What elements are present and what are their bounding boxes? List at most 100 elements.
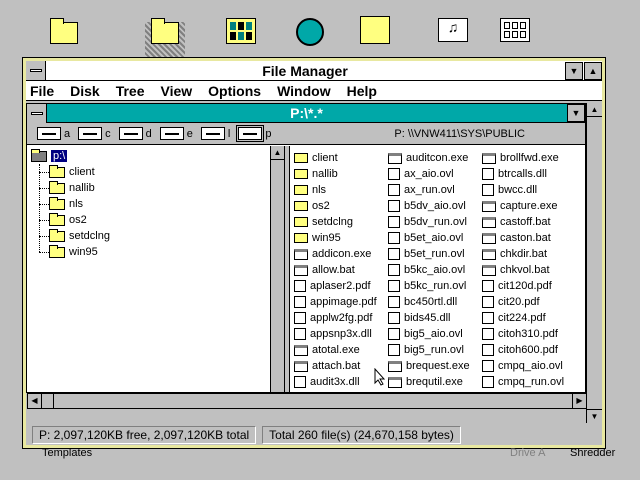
scroll-thumb[interactable]: [42, 394, 54, 408]
file-list-pane[interactable]: client nallib nls os2 setdclng win95 addicon.e…: [290, 146, 585, 392]
program-file-icon: [482, 200, 496, 212]
tree-pane[interactable]: p:\ client nallib nls os2 setdclng win95…: [27, 146, 285, 392]
file-list-item[interactable]: allow.bat: [294, 262, 388, 278]
volume-icon: ♫: [438, 18, 468, 42]
tree-folder-setdclng[interactable]: setdclng: [49, 228, 110, 242]
file-list-item[interactable]: big5_run.ovl: [388, 342, 482, 358]
file-list-item[interactable]: cit20.pdf: [482, 294, 576, 310]
file-list-item[interactable]: bwcc.dll: [482, 182, 576, 198]
menu-bar: File Disk Tree View Options Window Help: [26, 81, 602, 101]
drive-a[interactable]: a: [37, 127, 70, 140]
tree-scrollbar[interactable]: ▲: [270, 146, 284, 392]
file-list-item[interactable]: nls: [294, 182, 388, 198]
desktop-label-drive-a[interactable]: Drive A: [510, 447, 545, 459]
tree-folder-win95[interactable]: win95: [49, 244, 98, 258]
file-list-item[interactable]: ax_run.ovl: [388, 182, 482, 198]
drive-e[interactable]: e: [159, 127, 193, 140]
file-name: audit3x.dll: [310, 376, 360, 388]
menu-view[interactable]: View: [161, 83, 193, 99]
desktop-icon-startup[interactable]: [296, 18, 324, 46]
file-list-item[interactable]: caston.bat: [482, 230, 576, 246]
window-vertical-scrollbar[interactable]: ▲ ▼: [586, 103, 602, 423]
file-list-item[interactable]: btrcalls.dll: [482, 166, 576, 182]
file-list-item[interactable]: setdclng: [294, 214, 388, 230]
menu-tree[interactable]: Tree: [116, 83, 145, 99]
desktop-icon-multimedia[interactable]: [360, 16, 390, 44]
maximize-button[interactable]: ▲: [584, 61, 602, 80]
drive-l[interactable]: l: [200, 127, 230, 140]
system-menu-icon[interactable]: [26, 61, 46, 80]
menu-file[interactable]: File: [30, 83, 54, 99]
file-list-item[interactable]: appsnp3x.dll: [294, 326, 388, 342]
desktop-label-shredder[interactable]: Shredder: [570, 447, 615, 459]
file-name: btrcalls.dll: [498, 168, 547, 180]
file-list-item[interactable]: b5kc_run.ovl: [388, 278, 482, 294]
desktop-icon-write[interactable]: [28, 16, 88, 44]
file-list-item[interactable]: aplaser2.pdf: [294, 278, 388, 294]
file-list-item[interactable]: appimage.pdf: [294, 294, 388, 310]
file-list-item[interactable]: citoh600.pdf: [482, 342, 576, 358]
menu-help[interactable]: Help: [347, 83, 377, 99]
file-list-item[interactable]: cmpq_run.ovl: [482, 374, 576, 390]
file-list-item[interactable]: auditcon.exe: [388, 150, 482, 166]
file-list-item[interactable]: b5dv_aio.ovl: [388, 198, 482, 214]
drive-d[interactable]: d: [118, 127, 152, 140]
file-list-item[interactable]: ax_aio.ovl: [388, 166, 482, 182]
scroll-right-icon[interactable]: ▶: [572, 394, 586, 408]
file-list-item[interactable]: cit120d.pdf: [482, 278, 576, 294]
file-list-item[interactable]: big5_aio.ovl: [388, 326, 482, 342]
network-drive-icon: [159, 127, 184, 140]
desktop-icon-network[interactable]: [226, 18, 256, 44]
tree-folder-nallib[interactable]: nallib: [49, 180, 95, 194]
file-list-item[interactable]: b5kc_aio.ovl: [388, 262, 482, 278]
file-list-item[interactable]: applw2fg.pdf: [294, 310, 388, 326]
file-list-item[interactable]: brollfwd.exe: [482, 150, 576, 166]
directory-title-bar[interactable]: P:\*.* ▼: [27, 103, 585, 123]
tree-root[interactable]: p:\: [31, 148, 68, 162]
file-list-item[interactable]: bids45.dll: [388, 310, 482, 326]
desktop-icon-volume[interactable]: ♫: [438, 18, 468, 42]
file-list-item[interactable]: bc450rtl.dll: [388, 294, 482, 310]
file-list-item[interactable]: win95: [294, 230, 388, 246]
file-list-item[interactable]: b5et_aio.ovl: [388, 230, 482, 246]
minimize-button[interactable]: ▼: [565, 61, 583, 80]
menu-window[interactable]: Window: [277, 83, 331, 99]
file-list-item[interactable]: citoh310.pdf: [482, 326, 576, 342]
tree-folder-client[interactable]: client: [49, 164, 95, 178]
document-icon: [388, 232, 400, 244]
directory-window: P:\*.* ▼ a c d e l p P: \\VNW411\SYS\PUB…: [26, 103, 587, 409]
child-maximize-button[interactable]: ▼: [567, 104, 585, 122]
file-list-item[interactable]: castoff.bat: [482, 214, 576, 230]
file-list-item[interactable]: capture.exe: [482, 198, 576, 214]
file-list-item[interactable]: cit224.pdf: [482, 310, 576, 326]
file-list-item[interactable]: atotal.exe: [294, 342, 388, 358]
tree-folder-os2[interactable]: os2: [49, 212, 87, 226]
horizontal-scrollbar[interactable]: ◀ ▶: [27, 393, 587, 409]
scroll-up-icon[interactable]: ▲: [271, 146, 284, 160]
file-list-item[interactable]: addicon.exe: [294, 246, 388, 262]
scroll-down-icon[interactable]: ▼: [587, 409, 602, 423]
scroll-up-icon[interactable]: ▲: [587, 103, 602, 117]
menu-options[interactable]: Options: [208, 83, 261, 99]
file-list-item[interactable]: client: [294, 150, 388, 166]
file-name: brequest.exe: [406, 360, 470, 372]
file-list-item[interactable]: b5et_run.ovl: [388, 246, 482, 262]
file-list-item[interactable]: chkdir.bat: [482, 246, 576, 262]
title-bar[interactable]: File Manager ▼ ▲: [26, 61, 602, 81]
desktop-label-templates[interactable]: Templates: [42, 447, 92, 459]
file-list-item[interactable]: chkvol.bat: [482, 262, 576, 278]
child-system-menu-icon[interactable]: [27, 103, 47, 123]
file-list-item[interactable]: os2: [294, 198, 388, 214]
file-list-item[interactable]: brequest.exe: [388, 358, 482, 374]
file-list-item[interactable]: brequtil.exe: [388, 374, 482, 390]
menu-disk[interactable]: Disk: [70, 83, 100, 99]
scroll-left-icon[interactable]: ◀: [28, 394, 42, 408]
desktop-icon-program[interactable]: [120, 12, 210, 60]
file-list-item[interactable]: b5dv_run.ovl: [388, 214, 482, 230]
desktop-icon-novell[interactable]: [500, 18, 530, 42]
file-list-item[interactable]: nallib: [294, 166, 388, 182]
tree-folder-nls[interactable]: nls: [49, 196, 83, 210]
drive-c[interactable]: c: [78, 127, 111, 140]
file-list-item[interactable]: cmpq_aio.ovl: [482, 358, 576, 374]
drive-p[interactable]: p: [236, 125, 271, 142]
